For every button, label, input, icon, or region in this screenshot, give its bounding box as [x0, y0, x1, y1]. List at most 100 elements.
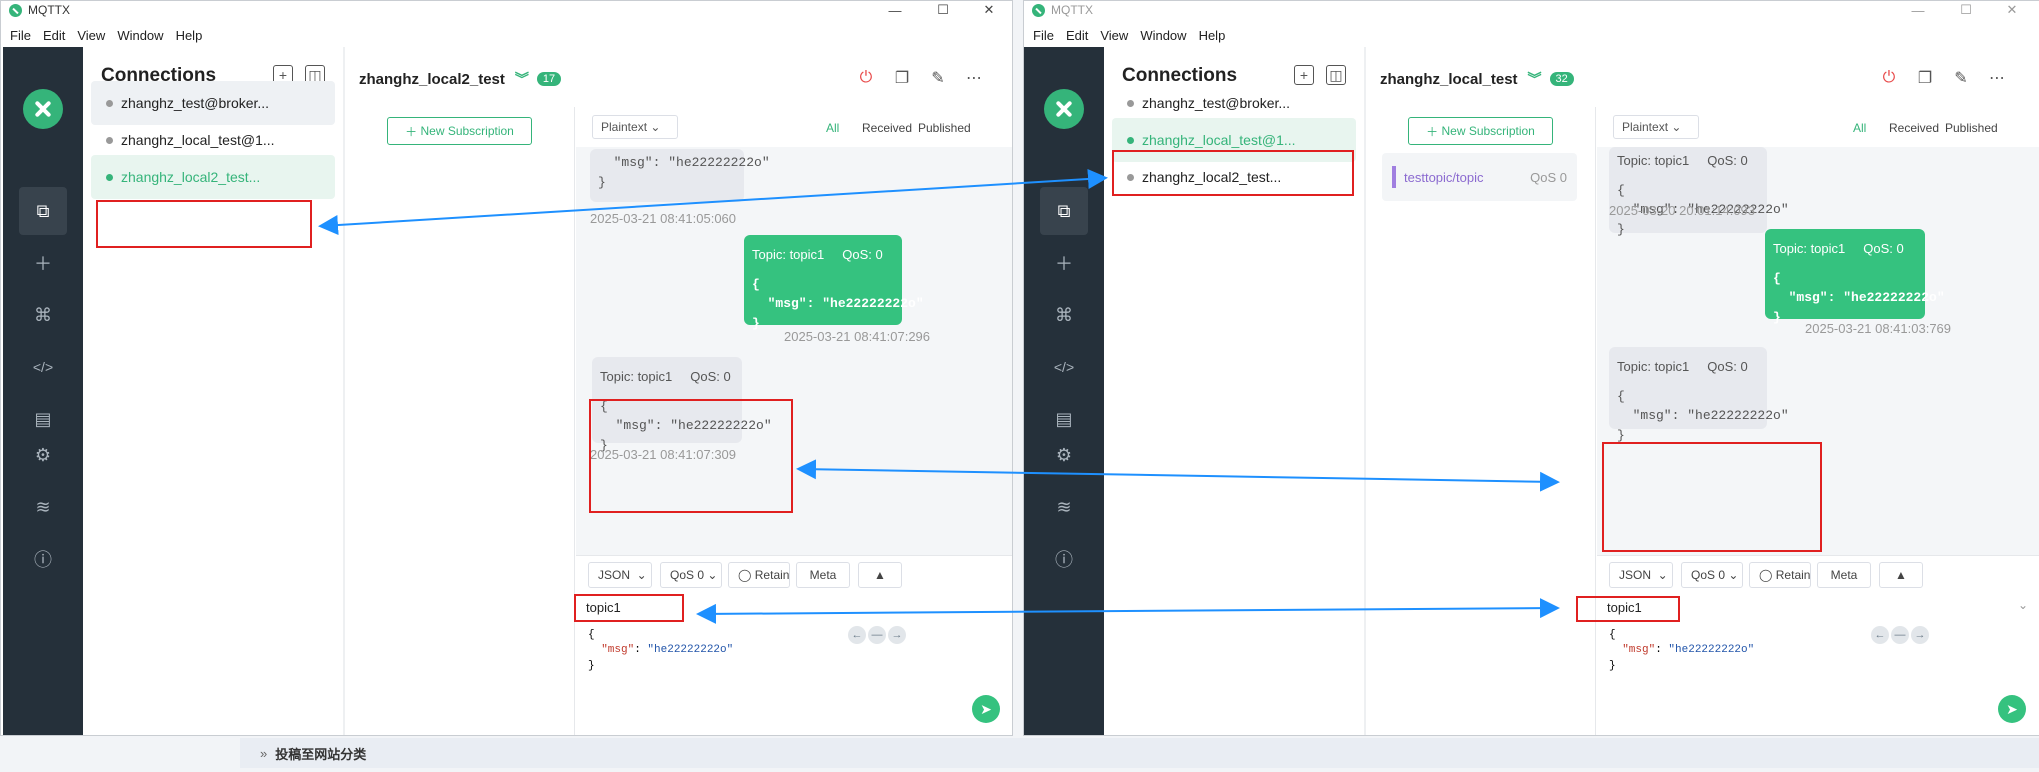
new-window-icon[interactable]: ❐	[1914, 67, 1936, 89]
feed-icon[interactable]: ≋	[1040, 483, 1088, 531]
connection-detail: zhanghz_local2_test ︾ 17 ⏻ ❐ ✎ ⋯ ＋ New Sub…	[345, 47, 1012, 735]
title-bar: MQTTX — ☐ ✕	[1024, 1, 2039, 19]
messages-panel: Plaintext ⌄ All Received Published "msg"…	[576, 107, 1012, 735]
connection-title: zhanghz_local2_test ︾ 17	[359, 69, 562, 89]
connections-nav-icon[interactable]: ⧉	[1040, 187, 1088, 235]
status-dot	[1127, 173, 1134, 181]
collapse-chevron-icon[interactable]: ︾	[515, 69, 529, 89]
subscription-item[interactable]: testtopic/topic QoS 0	[1382, 153, 1577, 201]
maximize-button[interactable]: ☐	[923, 1, 963, 19]
menu-file[interactable]: File	[1033, 28, 1054, 43]
menu-window[interactable]: Window	[1140, 28, 1186, 43]
filter-published-tab[interactable]: Published	[1945, 121, 1998, 135]
filter-received-tab[interactable]: Received	[862, 121, 912, 135]
new-connection-icon[interactable]: ＋	[1040, 239, 1088, 287]
filter-all-tab[interactable]: All	[826, 121, 839, 135]
edit-icon[interactable]: ✎	[927, 67, 949, 89]
new-subscription-button[interactable]: ＋ New Subscription	[387, 117, 532, 145]
filter-all-tab[interactable]: All	[1853, 121, 1866, 135]
section-title: 投稿至网站分类	[275, 746, 367, 762]
topic-input[interactable]: topic1	[586, 596, 906, 618]
qos-select[interactable]: QoS 0 ⌄	[660, 562, 722, 588]
topic-dropdown-chevron-icon[interactable]: ⌄	[2018, 598, 2028, 612]
more-icon[interactable]: ⋯	[1986, 67, 2008, 89]
disconnect-icon[interactable]: ⏻	[1878, 67, 1900, 89]
status-dot	[106, 99, 113, 107]
settings-icon[interactable]: ⚙	[19, 431, 67, 479]
menu-view[interactable]: View	[77, 28, 105, 43]
meta-button[interactable]: Meta	[1817, 562, 1871, 588]
connection-item[interactable]: zhanghz_local2_test...	[1112, 155, 1356, 199]
mqttx-window-left: MQTTX — ☐ ✕ File Edit View Window Help ⧉…	[0, 0, 1013, 736]
connections-nav-icon[interactable]: ⧉	[19, 187, 67, 235]
script-icon[interactable]: </>	[19, 343, 67, 391]
nav-rail: ⧉ ＋ ⌘ </> ▤ ⚙ ≋ ⓘ	[1024, 47, 1104, 735]
history-forward-icon[interactable]: →	[888, 626, 906, 644]
minimize-button[interactable]: —	[1898, 1, 1938, 19]
about-icon[interactable]: ⓘ	[1040, 535, 1088, 583]
message-composer: JSON ⌄ QoS 0 ⌄ ◯ Retain Meta ▲ topic1 ⌄ …	[1597, 555, 2039, 735]
settings-icon[interactable]: ⚙	[1040, 431, 1088, 479]
about-icon[interactable]: ⓘ	[19, 535, 67, 583]
filter-published-tab[interactable]: Published	[918, 121, 971, 135]
qos-select[interactable]: QoS 0 ⌄	[1681, 562, 1743, 588]
meta-button[interactable]: Meta	[796, 562, 850, 588]
history-clear-icon[interactable]: —	[1891, 626, 1909, 644]
topology-icon[interactable]: ⌘	[1040, 291, 1088, 339]
topic-input[interactable]: topic1	[1607, 596, 1927, 618]
retain-checkbox[interactable]: ◯ Retain	[1749, 562, 1811, 588]
payload-type-select[interactable]: JSON ⌄	[588, 562, 652, 588]
menu-window[interactable]: Window	[117, 28, 163, 43]
payload-format-select[interactable]: Plaintext ⌄	[592, 115, 678, 139]
more-icon[interactable]: ⋯	[963, 67, 985, 89]
menu-help[interactable]: Help	[1199, 28, 1226, 43]
menu-bar: File Edit View Window Help	[1, 23, 1012, 47]
filter-received-tab[interactable]: Received	[1889, 121, 1939, 135]
menu-edit[interactable]: Edit	[43, 28, 65, 43]
history-back-icon[interactable]: ←	[1871, 626, 1889, 644]
message-count-badge: 17	[536, 72, 562, 86]
topology-icon[interactable]: ⌘	[19, 291, 67, 339]
script-icon[interactable]: </>	[1040, 343, 1088, 391]
edit-icon[interactable]: ✎	[1950, 67, 1972, 89]
expand-composer-icon[interactable]: ▲	[1879, 562, 1923, 588]
send-icon[interactable]: ➤	[972, 695, 1000, 723]
payload-format-select[interactable]: Plaintext ⌄	[1613, 115, 1699, 139]
history-back-icon[interactable]: ←	[848, 626, 866, 644]
mqttx-logo-icon	[1032, 3, 1045, 17]
new-subscription-button[interactable]: ＋ New Subscription	[1408, 117, 1553, 145]
subscription-color-bar	[1392, 166, 1396, 188]
new-window-icon[interactable]: ❐	[891, 67, 913, 89]
maximize-button[interactable]: ☐	[1946, 1, 1986, 19]
send-icon[interactable]: ➤	[1998, 695, 2026, 723]
mqttx-logo-icon	[9, 3, 22, 17]
connections-panel: Connections + ◫ zhanghz_test@broker... z…	[1104, 47, 1366, 735]
connection-item-active[interactable]: zhanghz_local2_test...	[91, 155, 335, 199]
collapse-chevron-icon[interactable]: ︾	[1528, 69, 1542, 89]
nav-rail: ⧉ ＋ ⌘ </> ▤ ⚙ ≋ ⓘ	[3, 47, 83, 735]
message-timestamp: 2025-03-21 08:41:07:296	[784, 329, 931, 344]
disconnect-icon[interactable]: ⏻	[855, 67, 877, 89]
feed-icon[interactable]: ≋	[19, 483, 67, 531]
menu-help[interactable]: Help	[176, 28, 203, 43]
payload-editor[interactable]: { "msg": "he22222222o"}	[588, 628, 733, 674]
payload-editor[interactable]: { "msg": "he22222222o"}	[1609, 628, 1754, 674]
app-logo-icon	[23, 89, 63, 129]
expand-composer-icon[interactable]: ▲	[858, 562, 902, 588]
menu-edit[interactable]: Edit	[1066, 28, 1088, 43]
message-timestamp: 2025-03-21 08:41:03:769	[1805, 321, 1952, 336]
minimize-button[interactable]: —	[875, 1, 915, 19]
close-button[interactable]: ✕	[969, 1, 1009, 19]
history-clear-icon[interactable]: —	[868, 626, 886, 644]
payload-type-select[interactable]: JSON ⌄	[1609, 562, 1673, 588]
window-title: MQTTX	[1051, 3, 1093, 17]
new-connection-icon[interactable]: ＋	[19, 239, 67, 287]
menu-bar: File Edit View Window Help	[1024, 23, 2039, 47]
window-title: MQTTX	[28, 3, 70, 17]
menu-file[interactable]: File	[10, 28, 31, 43]
retain-checkbox[interactable]: ◯ Retain	[728, 562, 790, 588]
menu-view[interactable]: View	[1100, 28, 1128, 43]
history-forward-icon[interactable]: →	[1911, 626, 1929, 644]
message-timestamp: 2025-03-20 20:01:14:093	[1609, 203, 1756, 218]
close-button[interactable]: ✕	[1992, 1, 2032, 19]
